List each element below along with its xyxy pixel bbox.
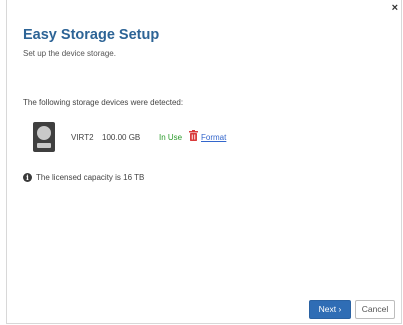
format-link[interactable]: Format — [201, 133, 226, 142]
easy-storage-setup-dialog: × Easy Storage Setup Set up the device s… — [6, 0, 402, 324]
dialog-footer: Next › Cancel — [309, 300, 395, 319]
close-icon[interactable]: × — [392, 2, 398, 14]
dialog-title: Easy Storage Setup — [23, 27, 160, 43]
devices-heading: The following storage devices were detec… — [23, 98, 184, 107]
trash-icon[interactable] — [189, 130, 198, 141]
device-status: In Use — [159, 133, 183, 142]
dialog-subtitle: Set up the device storage. — [23, 49, 116, 58]
device-name: VIRT2 — [71, 133, 94, 142]
license-text: The licensed capacity is 16 TB — [36, 173, 145, 182]
device-size: 100.00 GB — [102, 133, 141, 142]
cancel-button[interactable]: Cancel — [355, 300, 395, 319]
license-info: i The licensed capacity is 16 TB — [23, 173, 144, 182]
hard-drive-icon — [33, 122, 55, 152]
info-icon: i — [23, 173, 32, 182]
next-button[interactable]: Next › — [309, 300, 351, 319]
device-row: VIRT2 100.00 GB In Use Format — [33, 122, 373, 152]
